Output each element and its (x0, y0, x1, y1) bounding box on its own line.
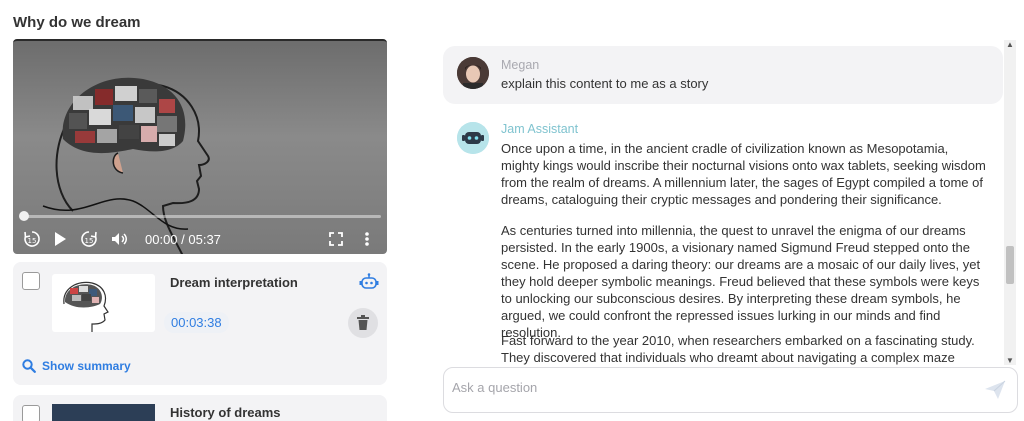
page-title: Why do we dream (13, 14, 141, 31)
more-vertical-icon[interactable] (363, 229, 371, 249)
scroll-down-icon[interactable]: ▼ (1006, 356, 1014, 365)
fullscreen-icon[interactable] (327, 229, 345, 249)
scroll-up-icon[interactable]: ▲ (1006, 40, 1014, 49)
chat-panel: Megan explain this content to me as a st… (443, 40, 1004, 365)
assistant-paragraph: As centuries turned into millennia, the … (501, 223, 981, 340)
card-checkbox[interactable] (22, 405, 40, 421)
video-card[interactable]: Dream interpretation 00:03:38 Show summa… (13, 262, 387, 385)
assistant-name: Jam Assistant (501, 122, 579, 136)
video-card[interactable]: History of dreams (13, 395, 387, 421)
video-frame-brain-illustration (42, 77, 210, 254)
chat-scrollbar[interactable]: ▲ ▼ (1004, 40, 1016, 365)
ask-question-input[interactable] (452, 376, 972, 398)
assistant-avatar (457, 122, 489, 154)
card-title[interactable]: Dream interpretation (170, 275, 298, 290)
show-summary-link[interactable]: Show summary (22, 359, 131, 373)
send-icon[interactable] (984, 380, 1006, 405)
card-checkbox[interactable] (22, 272, 40, 290)
forward-15-icon[interactable]: 15 (79, 229, 99, 249)
card-thumbnail (52, 404, 155, 421)
user-message: Megan explain this content to me as a st… (443, 46, 1003, 104)
scrollbar-thumb[interactable] (1006, 246, 1014, 284)
duration-badge: 00:03:38 (164, 312, 229, 333)
play-icon[interactable] (51, 229, 69, 249)
assistant-paragraph: Once upon a time, in the ancient cradle … (501, 141, 986, 207)
video-player[interactable]: 15 15 00:00 / 05:37 (13, 39, 387, 254)
volume-icon[interactable] (109, 229, 129, 249)
card-thumbnail (52, 274, 155, 332)
video-controls: 15 15 00:00 / 05:37 (13, 227, 387, 253)
delete-button[interactable] (348, 308, 378, 338)
trash-icon (357, 315, 369, 330)
rewind-15-icon[interactable]: 15 (22, 229, 42, 249)
video-progress-handle[interactable] (19, 211, 29, 221)
avatar (457, 57, 489, 89)
ask-question-box[interactable] (443, 367, 1018, 413)
message-text: explain this content to me as a story (501, 76, 709, 91)
show-summary-label: Show summary (42, 359, 131, 373)
video-progress-bar[interactable] (22, 215, 381, 218)
sender-name: Megan (501, 58, 540, 72)
robot-icon[interactable] (359, 273, 379, 296)
svg-text:15: 15 (28, 237, 37, 245)
video-time-readout: 00:00 / 05:37 (145, 232, 221, 247)
card-title[interactable]: History of dreams (170, 405, 281, 420)
svg-text:15: 15 (85, 237, 94, 245)
search-icon (22, 359, 36, 373)
assistant-paragraph: Fast forward to the year 2010, when rese… (501, 333, 975, 365)
